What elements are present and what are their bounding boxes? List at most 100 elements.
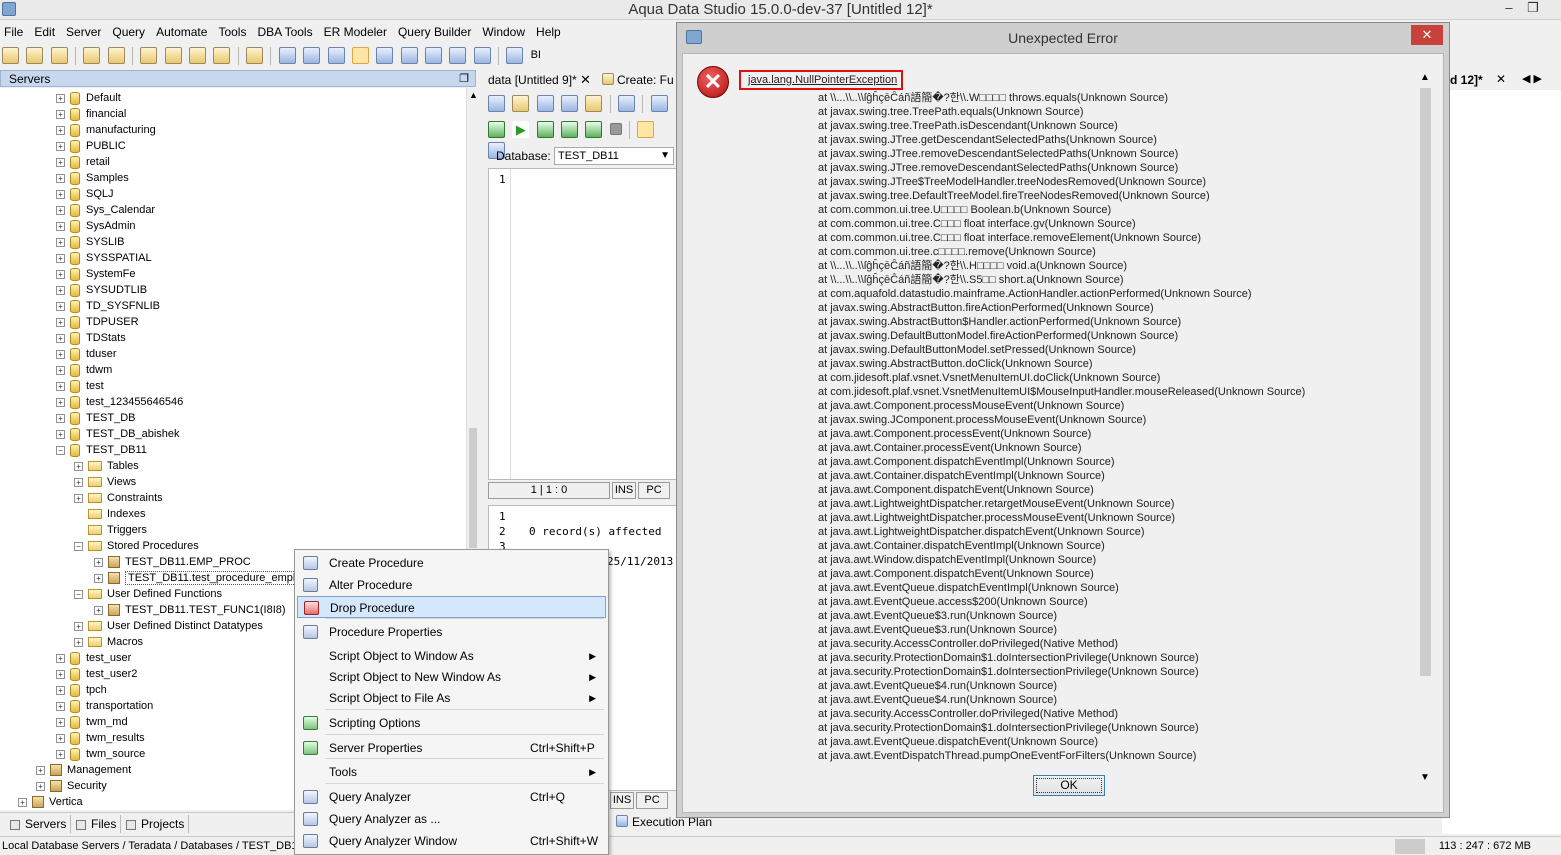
tree-node[interactable]: + SystemFe bbox=[56, 266, 136, 282]
execute-script-icon[interactable] bbox=[585, 121, 603, 138]
minimize-button[interactable]: – bbox=[1496, 0, 1522, 18]
table-view-icon[interactable] bbox=[376, 47, 394, 64]
tree-node[interactable]: + Management bbox=[36, 762, 131, 778]
new-file-icon[interactable] bbox=[488, 95, 505, 112]
menu-item-tools[interactable]: Tools ▶ bbox=[297, 761, 606, 783]
close-tab-icon[interactable]: ✕ bbox=[1496, 72, 1506, 86]
dialog-close-button[interactable]: ✕ bbox=[1411, 25, 1443, 45]
expand-icon[interactable]: + bbox=[94, 605, 103, 615]
stop-icon[interactable] bbox=[609, 123, 622, 135]
execute-current-icon[interactable] bbox=[561, 121, 579, 138]
tree-node[interactable]: + TEST_DB11.EMP_PROC bbox=[94, 554, 251, 570]
menu-query-builder[interactable]: Query Builder bbox=[394, 22, 478, 39]
register-server-icon[interactable] bbox=[26, 47, 44, 64]
schema-browser-icon[interactable] bbox=[189, 47, 207, 64]
menu-tools[interactable]: Tools bbox=[214, 22, 253, 39]
bi-icon[interactable] bbox=[506, 47, 524, 64]
bi-label[interactable]: BI bbox=[531, 49, 541, 61]
connect-icon[interactable] bbox=[83, 47, 101, 64]
expand-icon[interactable]: + bbox=[56, 685, 65, 695]
scroll-up-icon[interactable]: ▲ bbox=[1420, 72, 1430, 83]
menu-file[interactable]: File bbox=[0, 22, 30, 39]
tree-node[interactable]: + Security bbox=[36, 778, 107, 794]
report-view-icon[interactable] bbox=[449, 47, 467, 64]
expand-icon[interactable]: + bbox=[74, 477, 83, 487]
tree-node[interactable]: + test bbox=[56, 378, 104, 394]
expand-icon[interactable]: + bbox=[74, 621, 83, 631]
collapse-icon[interactable]: − bbox=[74, 589, 83, 599]
stack-trace-scroll-thumb[interactable] bbox=[1420, 88, 1431, 676]
expand-icon[interactable]: + bbox=[56, 413, 65, 423]
menu-item-drop-procedure[interactable]: Drop Procedure bbox=[297, 596, 606, 618]
open-query-icon[interactable] bbox=[164, 47, 182, 64]
tree-node[interactable]: + test_123455646546 bbox=[56, 394, 183, 410]
expand-icon[interactable]: + bbox=[56, 269, 65, 279]
form-view-icon[interactable] bbox=[424, 47, 442, 64]
expand-icon[interactable]: + bbox=[56, 173, 65, 183]
menu-item-script-object-to-window-as[interactable]: Script Object to Window As ▶ bbox=[297, 645, 606, 667]
expand-icon[interactable]: + bbox=[56, 669, 65, 679]
tree-node[interactable]: + test_user bbox=[56, 650, 131, 666]
tree-node[interactable]: − TEST_DB11 bbox=[56, 442, 147, 458]
expand-icon[interactable]: + bbox=[56, 221, 65, 231]
expand-icon[interactable]: + bbox=[56, 253, 65, 263]
expand-icon[interactable]: + bbox=[56, 205, 65, 215]
expand-icon[interactable]: + bbox=[56, 701, 65, 711]
script-icon[interactable] bbox=[246, 47, 264, 64]
sql-editor[interactable]: 1 bbox=[488, 168, 680, 480]
execute-selection-icon[interactable] bbox=[536, 121, 554, 138]
tree-node[interactable]: + TEST_DB_abishek bbox=[56, 426, 180, 442]
expand-icon[interactable]: + bbox=[56, 237, 65, 247]
tree-node[interactable]: Indexes bbox=[74, 506, 146, 522]
tree-node[interactable]: + TDStats bbox=[56, 330, 126, 346]
tab-servers[interactable]: Servers bbox=[4, 815, 72, 833]
auto-commit-icon[interactable] bbox=[637, 121, 655, 138]
expand-icon[interactable]: + bbox=[56, 717, 65, 727]
expand-icon[interactable]: + bbox=[18, 797, 27, 807]
tree-node[interactable]: + retail bbox=[56, 154, 110, 170]
menu-item-scripting-options[interactable]: Scripting Options bbox=[297, 712, 606, 734]
stack-trace-scrollbar[interactable]: ▲ ▼ bbox=[1417, 72, 1433, 792]
edit-server-icon[interactable] bbox=[50, 47, 68, 64]
tree-node[interactable]: + test_user2 bbox=[56, 666, 137, 682]
tree-node[interactable]: + tduser bbox=[56, 346, 117, 362]
table-data-icon[interactable] bbox=[213, 47, 231, 64]
tree-node[interactable]: + Samples bbox=[56, 170, 129, 186]
expand-icon[interactable]: + bbox=[56, 157, 65, 167]
tree-node[interactable]: − User Defined Functions bbox=[74, 586, 222, 602]
tree-node[interactable]: Triggers bbox=[74, 522, 147, 538]
menu-dba-tools[interactable]: DBA Tools bbox=[253, 22, 319, 39]
menu-item-alter-procedure[interactable]: Alter Procedure bbox=[297, 574, 606, 596]
expand-icon[interactable]: + bbox=[94, 573, 103, 583]
menu-item-create-procedure[interactable]: Create Procedure bbox=[297, 552, 606, 574]
tab-scroll-arrows[interactable]: ◀ ▶ bbox=[1522, 72, 1542, 85]
menu-server[interactable]: Server bbox=[62, 22, 108, 39]
menu-item-procedure-properties[interactable]: Procedure Properties bbox=[297, 621, 606, 643]
collapse-icon[interactable]: − bbox=[74, 541, 83, 551]
tree-node[interactable]: + transportation bbox=[56, 698, 153, 714]
float-panel-icon[interactable]: ❐ bbox=[459, 72, 469, 85]
expand-icon[interactable]: + bbox=[56, 397, 65, 407]
execute-icon[interactable]: ▶ bbox=[512, 121, 530, 138]
tree-node[interactable]: + SysAdmin bbox=[56, 218, 136, 234]
tree-node[interactable]: + Macros bbox=[74, 634, 143, 650]
menu-query[interactable]: Query bbox=[108, 22, 152, 39]
database-select[interactable]: TEST_DB11 ▼ bbox=[554, 147, 674, 165]
menu-help[interactable]: Help bbox=[532, 22, 568, 39]
expand-icon[interactable]: + bbox=[56, 109, 65, 119]
expand-icon[interactable]: + bbox=[56, 189, 65, 199]
expand-icon[interactable]: + bbox=[56, 285, 65, 295]
tree-node[interactable]: + SYSSPATIAL bbox=[56, 250, 152, 266]
tree-node[interactable]: + SQLJ bbox=[56, 186, 114, 202]
split-view-icon[interactable] bbox=[351, 47, 369, 64]
tree-node[interactable]: + SYSLIB bbox=[56, 234, 125, 250]
collapse-icon[interactable]: − bbox=[56, 445, 65, 455]
expand-icon[interactable]: + bbox=[56, 301, 65, 311]
tree-node[interactable]: + twm_md bbox=[56, 714, 128, 730]
tree-scroll-thumb[interactable] bbox=[469, 428, 477, 548]
open-file-icon[interactable] bbox=[512, 95, 530, 112]
tree-node[interactable]: + twm_results bbox=[56, 730, 145, 746]
menu-er-modeler[interactable]: ER Modeler bbox=[320, 22, 394, 39]
compare-view-icon[interactable] bbox=[473, 47, 491, 64]
tree-node[interactable]: + TEST_DB bbox=[56, 410, 136, 426]
